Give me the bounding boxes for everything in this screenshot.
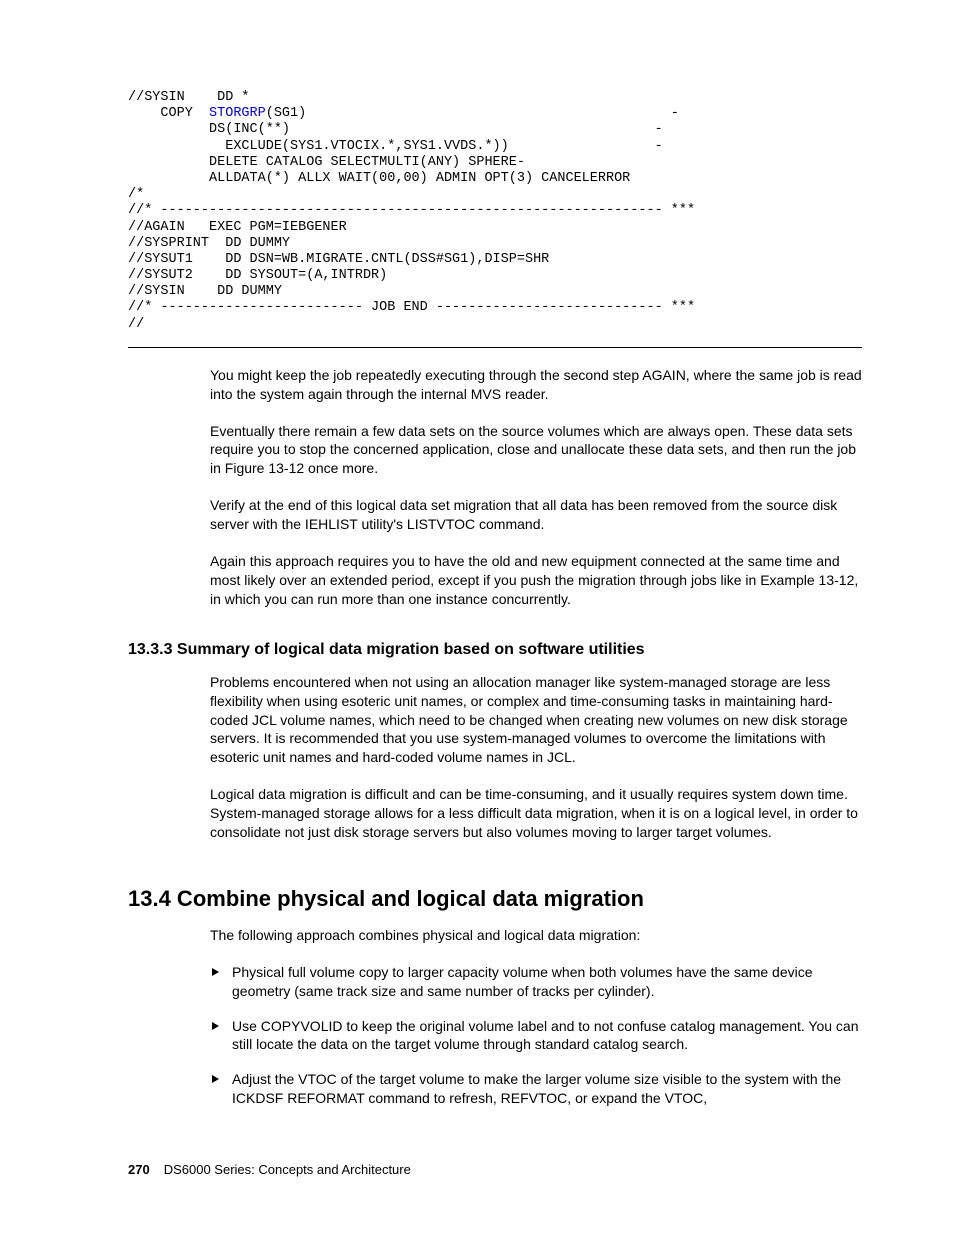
paragraph: Problems encountered when not using an a… xyxy=(210,673,862,767)
footer-title: DS6000 Series: Concepts and Architecture xyxy=(164,1162,411,1177)
body-text-block: You might keep the job repeatedly execut… xyxy=(210,366,862,609)
paragraph: You might keep the job repeatedly execut… xyxy=(210,366,862,404)
body-text-block: The following approach combines physical… xyxy=(210,926,862,1108)
code-example: //SYSIN DD * COPY STORGRP(SG1) - DS(INC(… xyxy=(128,90,862,348)
bullet-list: Physical full volume copy to larger capa… xyxy=(210,963,862,1108)
paragraph: Verify at the end of this logical data s… xyxy=(210,496,862,534)
list-item: Physical full volume copy to larger capa… xyxy=(210,963,862,1001)
body-text-block: Problems encountered when not using an a… xyxy=(210,673,862,842)
paragraph: Again this approach requires you to have… xyxy=(210,552,862,609)
paragraph: Eventually there remain a few data sets … xyxy=(210,422,862,479)
section-heading: 13.4 Combine physical and logical data m… xyxy=(128,886,862,912)
list-item: Use COPYVOLID to keep the original volum… xyxy=(210,1017,862,1055)
paragraph: Logical data migration is difficult and … xyxy=(210,785,862,842)
page-number: 270 xyxy=(128,1162,150,1177)
list-item: Adjust the VTOC of the target volume to … xyxy=(210,1070,862,1108)
subsection-heading: 13.3.3 Summary of logical data migration… xyxy=(128,641,862,659)
page-footer: 270 DS6000 Series: Concepts and Architect… xyxy=(128,1162,862,1177)
paragraph: The following approach combines physical… xyxy=(210,926,862,945)
